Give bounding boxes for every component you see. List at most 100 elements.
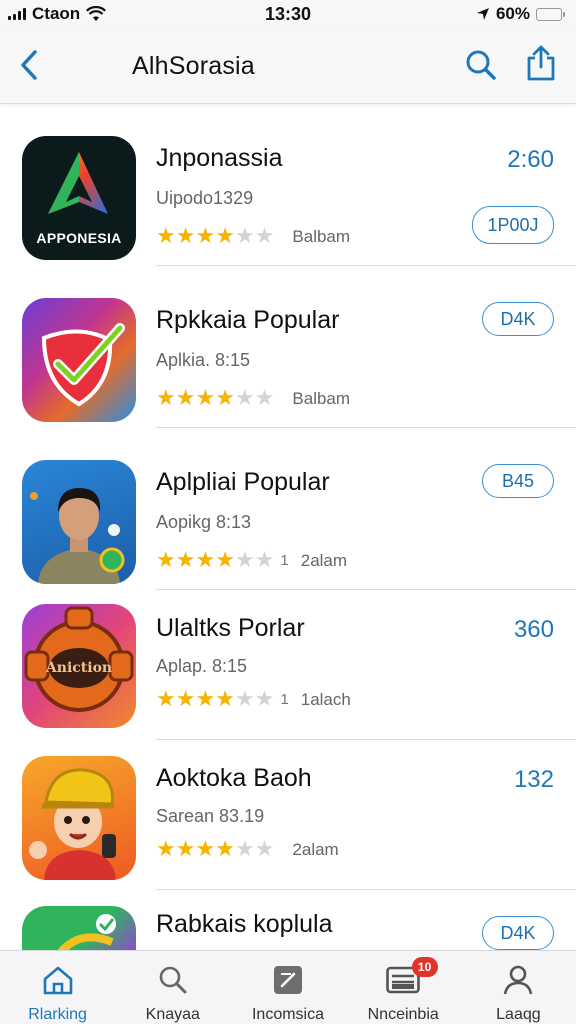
shield-check-icon [22, 298, 136, 422]
app-icon-text: Aniction [45, 660, 113, 676]
star-rating: ★★★★★★ 1 1alach [156, 688, 351, 710]
app-icon-art [30, 488, 125, 584]
location-arrow-icon [476, 8, 489, 20]
star-filled-icon: ★ [195, 836, 216, 861]
price-label[interactable]: 2:60 [507, 146, 554, 174]
star-filled-icon: ★ [215, 385, 235, 410]
search-icon [156, 963, 190, 997]
share-button[interactable] [522, 42, 560, 84]
price-label[interactable]: 132 [514, 766, 554, 794]
colorful-logo-icon [22, 906, 136, 950]
app-subtitle: Aopikg 8:13 [156, 512, 252, 532]
cartoon-character-icon [22, 756, 136, 880]
star-empty-icon: ★ [234, 385, 255, 410]
app-row[interactable]: Aniction Ulaltks Porlar Aplap. 8:15 ★★★★… [0, 590, 576, 740]
app-subtitle: Aplkia. 8:15 [156, 350, 251, 370]
star-rating: ★★★★★★ 2alam [156, 838, 339, 860]
star-empty-icon: ★ [254, 836, 275, 861]
person-portrait-icon [22, 460, 136, 584]
app-name: Jnponassia [156, 144, 283, 172]
person-icon [501, 963, 535, 997]
star-filled-icon: ★ [215, 686, 235, 711]
tab-edit[interactable]: Incomsica [230, 951, 345, 1024]
tab-label: Laaqg [496, 1006, 541, 1023]
star-filled-icon: ★ [156, 385, 176, 410]
stars: ★★★★★★ [156, 225, 274, 247]
star-filled-icon: ★ [175, 686, 196, 711]
star-filled-icon: ★ [175, 547, 196, 572]
tab-inbox[interactable]: 10 Nnceinbia [346, 951, 461, 1024]
star-filled-icon: ★ [175, 223, 196, 248]
battery-icon [536, 7, 565, 21]
app-name: Aplpliai Popular [156, 468, 330, 496]
star-empty-icon: ★ [254, 547, 275, 572]
star-rating: ★★★★★★ Balbam [156, 225, 350, 247]
price-button[interactable]: B45 [482, 464, 554, 498]
app-name: Rpkkaia Popular [156, 306, 340, 334]
star-rating: ★★★★★★ Balbam [156, 387, 350, 409]
star-filled-icon: ★ [175, 836, 196, 861]
app-row[interactable]: Aoktoka Baoh Sarean 83.19 ★★★★★★ 2alam 1… [0, 740, 576, 890]
app-icon-art [41, 323, 125, 407]
tab-label: Rlarking [28, 1006, 87, 1023]
star-filled-icon: ★ [195, 547, 216, 572]
price-label[interactable]: 360 [514, 616, 554, 644]
stars: ★★★★★★ [156, 838, 274, 860]
app-name: Rabkais koplula [156, 910, 333, 938]
app-subtitle: Uipodo1329 [156, 188, 254, 208]
app-list: APPONESIA Jnponassia Uipodo1329 ★★★★★★ B… [0, 104, 576, 950]
tab-search[interactable]: Knayaa [115, 951, 230, 1024]
star-rating: ★★★★★★ 1 2alam [156, 549, 347, 571]
star-empty-icon: ★ [234, 836, 255, 861]
star-filled-icon: ★ [215, 223, 235, 248]
wifi-icon [86, 6, 107, 21]
chevron-left-icon [21, 50, 37, 80]
rating-label: 2alam [300, 550, 348, 570]
back-button[interactable] [14, 46, 44, 84]
status-bar: Ctaon 13:30 60% [0, 0, 576, 28]
app-icon-art [29, 768, 116, 880]
search-button[interactable] [462, 46, 500, 84]
star-empty-icon: ★ [234, 547, 255, 572]
signal-icon [8, 8, 26, 20]
rating-label: Balbam [292, 388, 351, 408]
stars: ★★★★★★ [156, 688, 274, 710]
tab-profile[interactable]: Laaqg [461, 951, 576, 1024]
rating-label: 1alach [300, 689, 351, 709]
app-row[interactable]: Rabkais koplula D4K [0, 890, 576, 950]
rating-label: Balbam [292, 226, 351, 246]
app-icon-art [57, 914, 116, 950]
rating-count: 1 [280, 690, 289, 708]
star-empty-icon: ★ [234, 686, 255, 711]
star-filled-icon: ★ [156, 547, 176, 572]
status-right: 60% [476, 4, 565, 24]
app-name: Aoktoka Baoh [156, 764, 312, 792]
star-empty-icon: ★ [234, 223, 255, 248]
app-name: Ulaltks Porlar [156, 614, 305, 642]
home-icon [41, 963, 75, 997]
get-button[interactable]: 1P00J [472, 206, 554, 244]
stars: ★★★★★★ [156, 387, 274, 409]
tab-bar: Rlarking Knayaa Incomsica 10 Nnceinbia L… [0, 950, 576, 1024]
star-empty-icon: ★ [254, 385, 275, 410]
star-filled-icon: ★ [195, 686, 216, 711]
nav-bar: AlhSorasia [0, 28, 576, 104]
star-filled-icon: ★ [215, 836, 235, 861]
app-row[interactable]: APPONESIA Jnponassia Uipodo1329 ★★★★★★ B… [0, 104, 576, 266]
tab-ranking[interactable]: Rlarking [0, 951, 115, 1024]
price-button[interactable]: D4K [482, 302, 554, 336]
battery-percent: 60% [495, 4, 530, 23]
app-icon-text: APPONESIA [36, 230, 122, 246]
app-row[interactable]: Rpkkaia Popular Aplkia. 8:15 ★★★★★★ Balb… [0, 266, 576, 428]
rating-label: 2alam [292, 839, 339, 859]
page-title: AlhSorasia [132, 52, 255, 80]
star-empty-icon: ★ [254, 223, 275, 248]
app-row[interactable]: Aplpliai Popular Aopikg 8:13 ★★★★★★ 1 2a… [0, 428, 576, 590]
price-button[interactable]: D4K [482, 916, 554, 950]
rating-count: 1 [280, 551, 289, 569]
star-empty-icon: ★ [254, 686, 275, 711]
stars: ★★★★★★ [156, 549, 274, 571]
tab-label: Incomsica [251, 1006, 325, 1023]
tab-label: Nnceinbia [367, 1006, 439, 1023]
tab-label: Knayaa [145, 1006, 200, 1023]
